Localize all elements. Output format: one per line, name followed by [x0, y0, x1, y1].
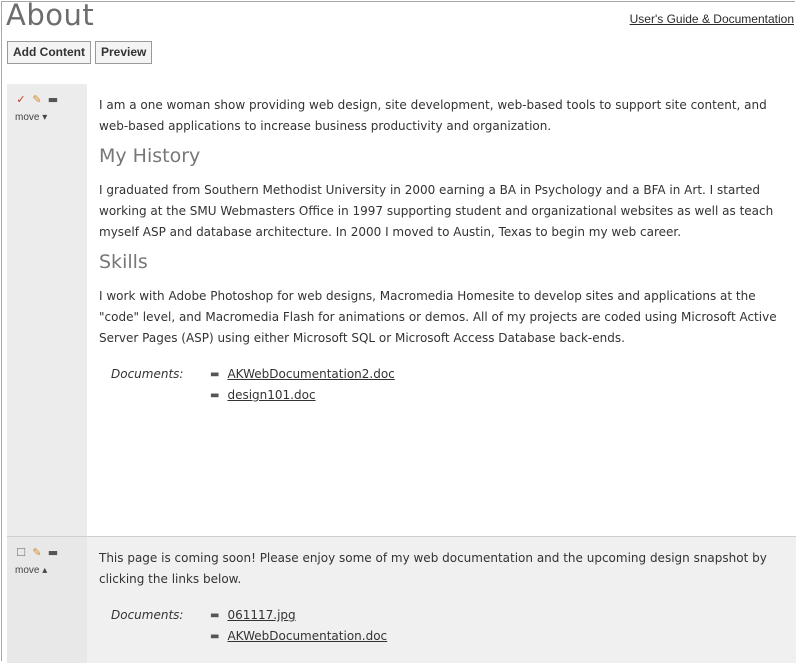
- pencil-icon[interactable]: ✎: [31, 94, 43, 106]
- trash-icon[interactable]: ▬: [47, 547, 59, 559]
- documents-label: Documents:: [111, 608, 184, 622]
- check-icon[interactable]: ✓: [15, 94, 27, 106]
- skills-heading: Skills: [99, 251, 148, 273]
- document-link[interactable]: 061117.jpg: [227, 605, 295, 626]
- trash-icon[interactable]: ▬: [47, 94, 59, 106]
- trash-icon[interactable]: ▬: [210, 364, 219, 385]
- add-content-button[interactable]: Add Content: [7, 41, 91, 64]
- documents-list: ▬ AKWebDocumentation2.doc ▬ design101.do…: [210, 364, 395, 406]
- intro-text: I am a one woman show providing web desi…: [99, 98, 767, 133]
- document-item: ▬ design101.doc: [210, 385, 395, 406]
- documents-label: Documents:: [111, 367, 184, 381]
- pencil-icon[interactable]: ✎: [31, 547, 43, 559]
- content-block: ✓ ✎ ▬ move ▾ I am a one woman show provi…: [7, 84, 796, 536]
- page-title: About: [6, 0, 95, 32]
- intro-text: This page is coming soon! Please enjoy s…: [99, 551, 767, 586]
- block-tools-column: ✓ ✎ ▬ move ▾: [7, 84, 87, 536]
- content-block: ☐ ✎ ▬ move ▴ This page is coming soon! P…: [7, 536, 796, 663]
- block-tools: ☐ ✎ ▬: [15, 547, 59, 559]
- trash-icon[interactable]: ▬: [210, 605, 219, 626]
- toolbar: Add Content Preview: [7, 41, 153, 64]
- block-content: This page is coming soon! Please enjoy s…: [99, 548, 789, 647]
- trash-icon[interactable]: ▬: [210, 385, 219, 406]
- document-item: ▬ 061117.jpg: [210, 605, 387, 626]
- skills-text: I work with Adobe Photoshop for web desi…: [99, 289, 777, 345]
- checkbox-icon[interactable]: ☐: [15, 547, 27, 559]
- move-down-button[interactable]: move ▾: [15, 112, 47, 123]
- document-item: ▬ AKWebDocumentation.doc: [210, 626, 387, 647]
- document-link[interactable]: design101.doc: [227, 385, 315, 406]
- move-up-button[interactable]: move ▴: [15, 565, 47, 576]
- trash-icon[interactable]: ▬: [210, 626, 219, 647]
- block-tools: ✓ ✎ ▬: [15, 94, 59, 106]
- history-text: I graduated from Southern Methodist Univ…: [99, 183, 774, 239]
- documents-section: Documents: ▬ AKWebDocumentation2.doc ▬ d…: [99, 364, 789, 406]
- block-tools-column: ☐ ✎ ▬ move ▴: [7, 537, 87, 663]
- document-link[interactable]: AKWebDocumentation2.doc: [227, 364, 394, 385]
- document-link[interactable]: AKWebDocumentation.doc: [227, 626, 387, 647]
- documents-section: Documents: ▬ 061117.jpg ▬ AKWebDocumenta…: [99, 605, 789, 647]
- documents-list: ▬ 061117.jpg ▬ AKWebDocumentation.doc: [210, 605, 387, 647]
- users-guide-link[interactable]: User's Guide & Documentation: [630, 12, 794, 26]
- preview-button[interactable]: Preview: [94, 41, 153, 64]
- history-heading: My History: [99, 145, 201, 167]
- block-content: I am a one woman show providing web desi…: [99, 95, 789, 406]
- document-item: ▬ AKWebDocumentation2.doc: [210, 364, 395, 385]
